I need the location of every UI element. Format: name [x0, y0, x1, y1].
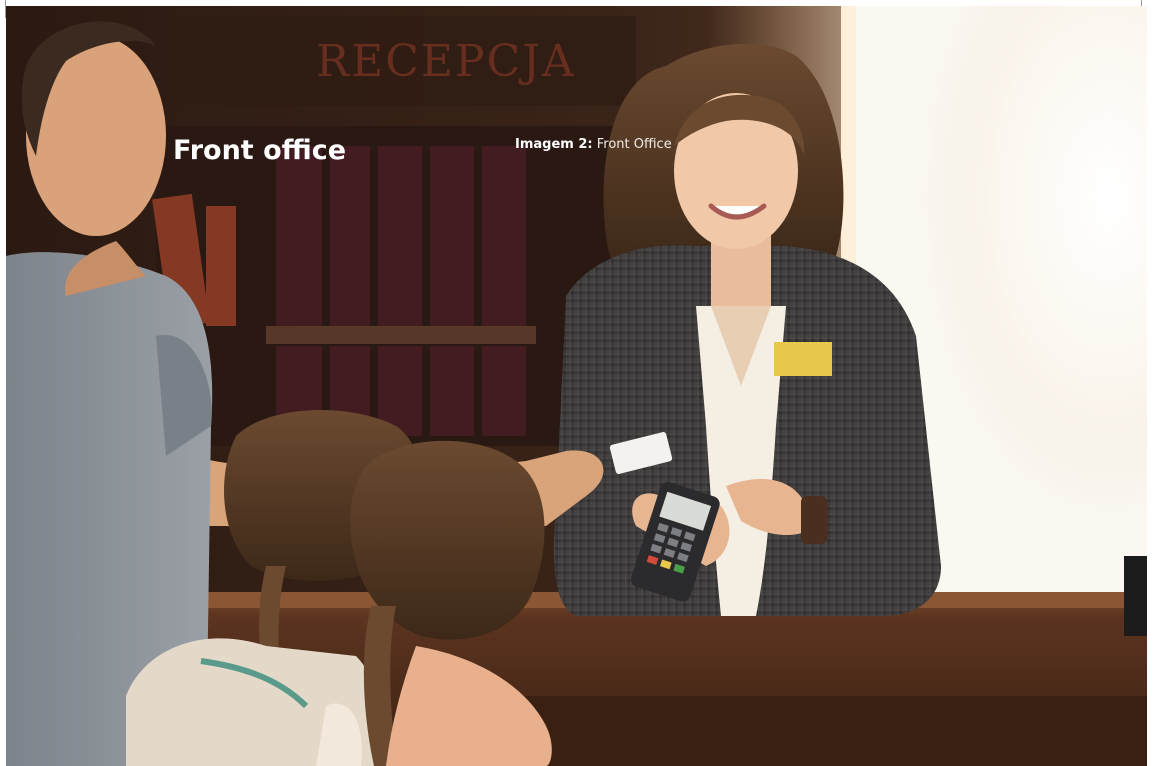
section-title: Front office — [173, 135, 347, 166]
page: RECEPCJA Front office Imagem 2: Front Of… — [0, 0, 1153, 766]
caption-label: Imagem 2: — [515, 137, 593, 152]
svg-text:RECEPCJA: RECEPCJA — [316, 36, 576, 87]
reception-photo: RECEPCJA — [6, 6, 1147, 766]
caption-text: Front Office — [596, 137, 672, 152]
image-caption: Imagem 2: Front Office — [515, 136, 672, 153]
reception-photo-illustration: RECEPCJA — [6, 6, 1147, 766]
